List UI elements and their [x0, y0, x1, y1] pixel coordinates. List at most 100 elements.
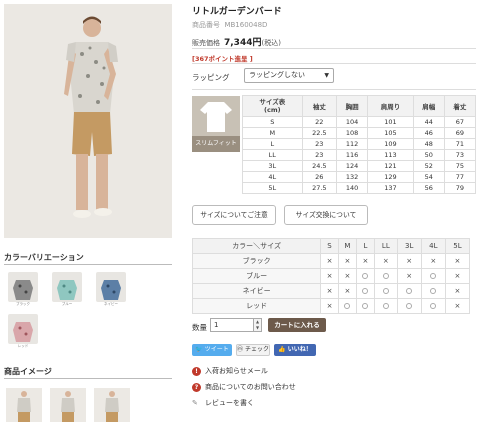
- out-of-stock-mark: ×: [337, 253, 357, 269]
- write-review-label: レビューを書く: [205, 399, 254, 407]
- in-stock-icon: [355, 298, 376, 314]
- size-value-cell: 23: [301, 149, 338, 161]
- product-inquiry-link[interactable]: ? 商品についてのお問い合わせ: [192, 382, 296, 392]
- add-to-cart-button[interactable]: カートに入れる: [268, 318, 326, 332]
- quantity-label: 数量: [192, 323, 207, 332]
- size-value-cell: 44: [412, 116, 445, 128]
- stock-color-name: レッド: [191, 298, 322, 314]
- size-value-cell: 75: [443, 160, 477, 172]
- size-value-cell: 27.5: [301, 182, 338, 194]
- check-button[interactable]: ⓜ チェック: [236, 344, 270, 356]
- out-of-stock-mark: ×: [320, 253, 339, 269]
- out-of-stock-mark: ×: [420, 253, 446, 269]
- size-value-cell: 129: [367, 171, 414, 183]
- circle-icon: [344, 303, 351, 309]
- product-thumbnail[interactable]: [50, 388, 86, 422]
- price-value: 7,344円: [224, 38, 262, 48]
- slim-fit-label: スリムフィット: [192, 136, 240, 152]
- like-label: いいね！: [287, 346, 312, 353]
- size-label-cell: 3L: [242, 160, 303, 172]
- size-value-cell: 67: [443, 116, 477, 128]
- price-row: 販売価格 7,344円(税込): [192, 35, 281, 48]
- size-table-header-cell: 胸囲: [336, 95, 369, 117]
- product-thumbnail[interactable]: [6, 388, 42, 422]
- stock-table-corner: カラー＼サイズ: [191, 238, 322, 254]
- facebook-like-button[interactable]: 👍 いいね！: [274, 344, 316, 356]
- stock-size-header: 5L: [444, 238, 471, 254]
- wrapping-label: ラッピング: [192, 73, 230, 82]
- wrapping-selected-value: ラッピングしない: [249, 71, 305, 79]
- size-value-cell: 23: [301, 138, 338, 150]
- size-label-cell: L: [242, 138, 303, 150]
- slim-fit-icon: スリムフィット: [192, 96, 240, 152]
- product-main-image[interactable]: [4, 4, 172, 238]
- circle-icon: [382, 288, 389, 294]
- swatch-black[interactable]: ブラック: [8, 272, 38, 306]
- out-of-stock-mark: ×: [396, 268, 422, 284]
- circle-icon: [430, 303, 437, 309]
- size-value-cell: 46: [412, 127, 445, 139]
- divider: [192, 89, 476, 90]
- size-value-cell: 69: [443, 127, 477, 139]
- quantity-input[interactable]: 1: [210, 318, 254, 332]
- swatch-black-image: [8, 272, 38, 302]
- out-of-stock-mark: ×: [444, 253, 471, 269]
- size-table-header: サイズ表 (cm) 袖丈 胸囲 肩周り 肩幅 着丈: [242, 95, 477, 117]
- swatch-navy[interactable]: ネイビー: [96, 272, 126, 306]
- swatch-blue[interactable]: ブルー: [52, 272, 82, 306]
- circle-icon: [406, 303, 413, 309]
- product-thumbnail[interactable]: [94, 388, 130, 422]
- circle-icon: [362, 303, 369, 309]
- price-tax: (税込): [261, 39, 281, 47]
- out-of-stock-mark: ×: [337, 268, 357, 284]
- size-note-button[interactable]: サイズについてご注意: [192, 205, 276, 225]
- size-label-cell: LL: [242, 149, 303, 161]
- write-review-link[interactable]: ✎ レビューを書く: [192, 398, 254, 408]
- out-of-stock-mark: ×: [444, 298, 471, 314]
- in-stock-icon: [374, 283, 398, 299]
- arrival-notice-label: 入荷お知らせメール: [205, 367, 268, 375]
- size-value-cell: 112: [336, 138, 369, 150]
- size-label-cell: 4L: [242, 171, 303, 183]
- quantity-stepper[interactable]: ▲ ▼: [254, 318, 262, 332]
- tweet-button[interactable]: 🐦 ツイート: [192, 344, 232, 356]
- size-exchange-button[interactable]: サイズ交換について: [284, 205, 368, 225]
- stock-color-name: ブルー: [191, 268, 322, 284]
- price-label: 販売価格: [192, 39, 220, 47]
- swatch-red[interactable]: レッド: [8, 314, 38, 348]
- arrival-notice-link[interactable]: ! 入荷お知らせメール: [192, 366, 268, 376]
- question-icon: ?: [192, 382, 201, 392]
- size-value-cell: 71: [443, 138, 477, 150]
- out-of-stock-mark: ×: [355, 253, 376, 269]
- product-code: 商品番号 MB160048D: [192, 20, 267, 30]
- size-table-header-cell: 着丈: [443, 95, 477, 117]
- size-value-cell: 77: [443, 171, 477, 183]
- out-of-stock-mark: ×: [444, 283, 471, 299]
- wrapping-select[interactable]: ラッピングしない ▼: [244, 68, 334, 83]
- in-stock-icon: [337, 298, 357, 314]
- size-value-cell: 56: [412, 182, 445, 194]
- size-value-cell: 22: [301, 116, 338, 128]
- check-label: チェック: [244, 346, 269, 353]
- size-table-row: 5L 27.5 140 137 56 79: [242, 182, 477, 194]
- size-table-corner: サイズ表 (cm): [242, 95, 303, 117]
- out-of-stock-mark: ×: [320, 268, 339, 284]
- product-title: リトルガーデンバード: [192, 7, 282, 17]
- size-table: サイズ表 (cm) 袖丈 胸囲 肩周り 肩幅 着丈 S 22 104 101 44 67 M 2…: [242, 95, 477, 194]
- in-stock-icon: [396, 298, 422, 314]
- model-photo: [4, 4, 172, 238]
- product-images-heading: 商品イメージ: [4, 367, 52, 376]
- size-value-cell: 137: [367, 182, 414, 194]
- divider: [192, 48, 476, 49]
- color-variation-heading: カラーバリエーション: [4, 253, 84, 262]
- stock-table-header: カラー＼サイズ S M L LL 3L 4L 5L: [191, 238, 471, 254]
- size-value-cell: 108: [336, 127, 369, 139]
- tweet-label: ツイート: [204, 346, 229, 353]
- size-table-row: 4L 26 132 129 54 77: [242, 171, 477, 183]
- circle-icon: [362, 273, 369, 279]
- size-label-cell: S: [242, 116, 303, 128]
- size-table-row: L 23 112 109 48 71: [242, 138, 477, 150]
- circle-icon: [382, 273, 389, 279]
- out-of-stock-mark: ×: [396, 253, 422, 269]
- divider: [4, 378, 172, 379]
